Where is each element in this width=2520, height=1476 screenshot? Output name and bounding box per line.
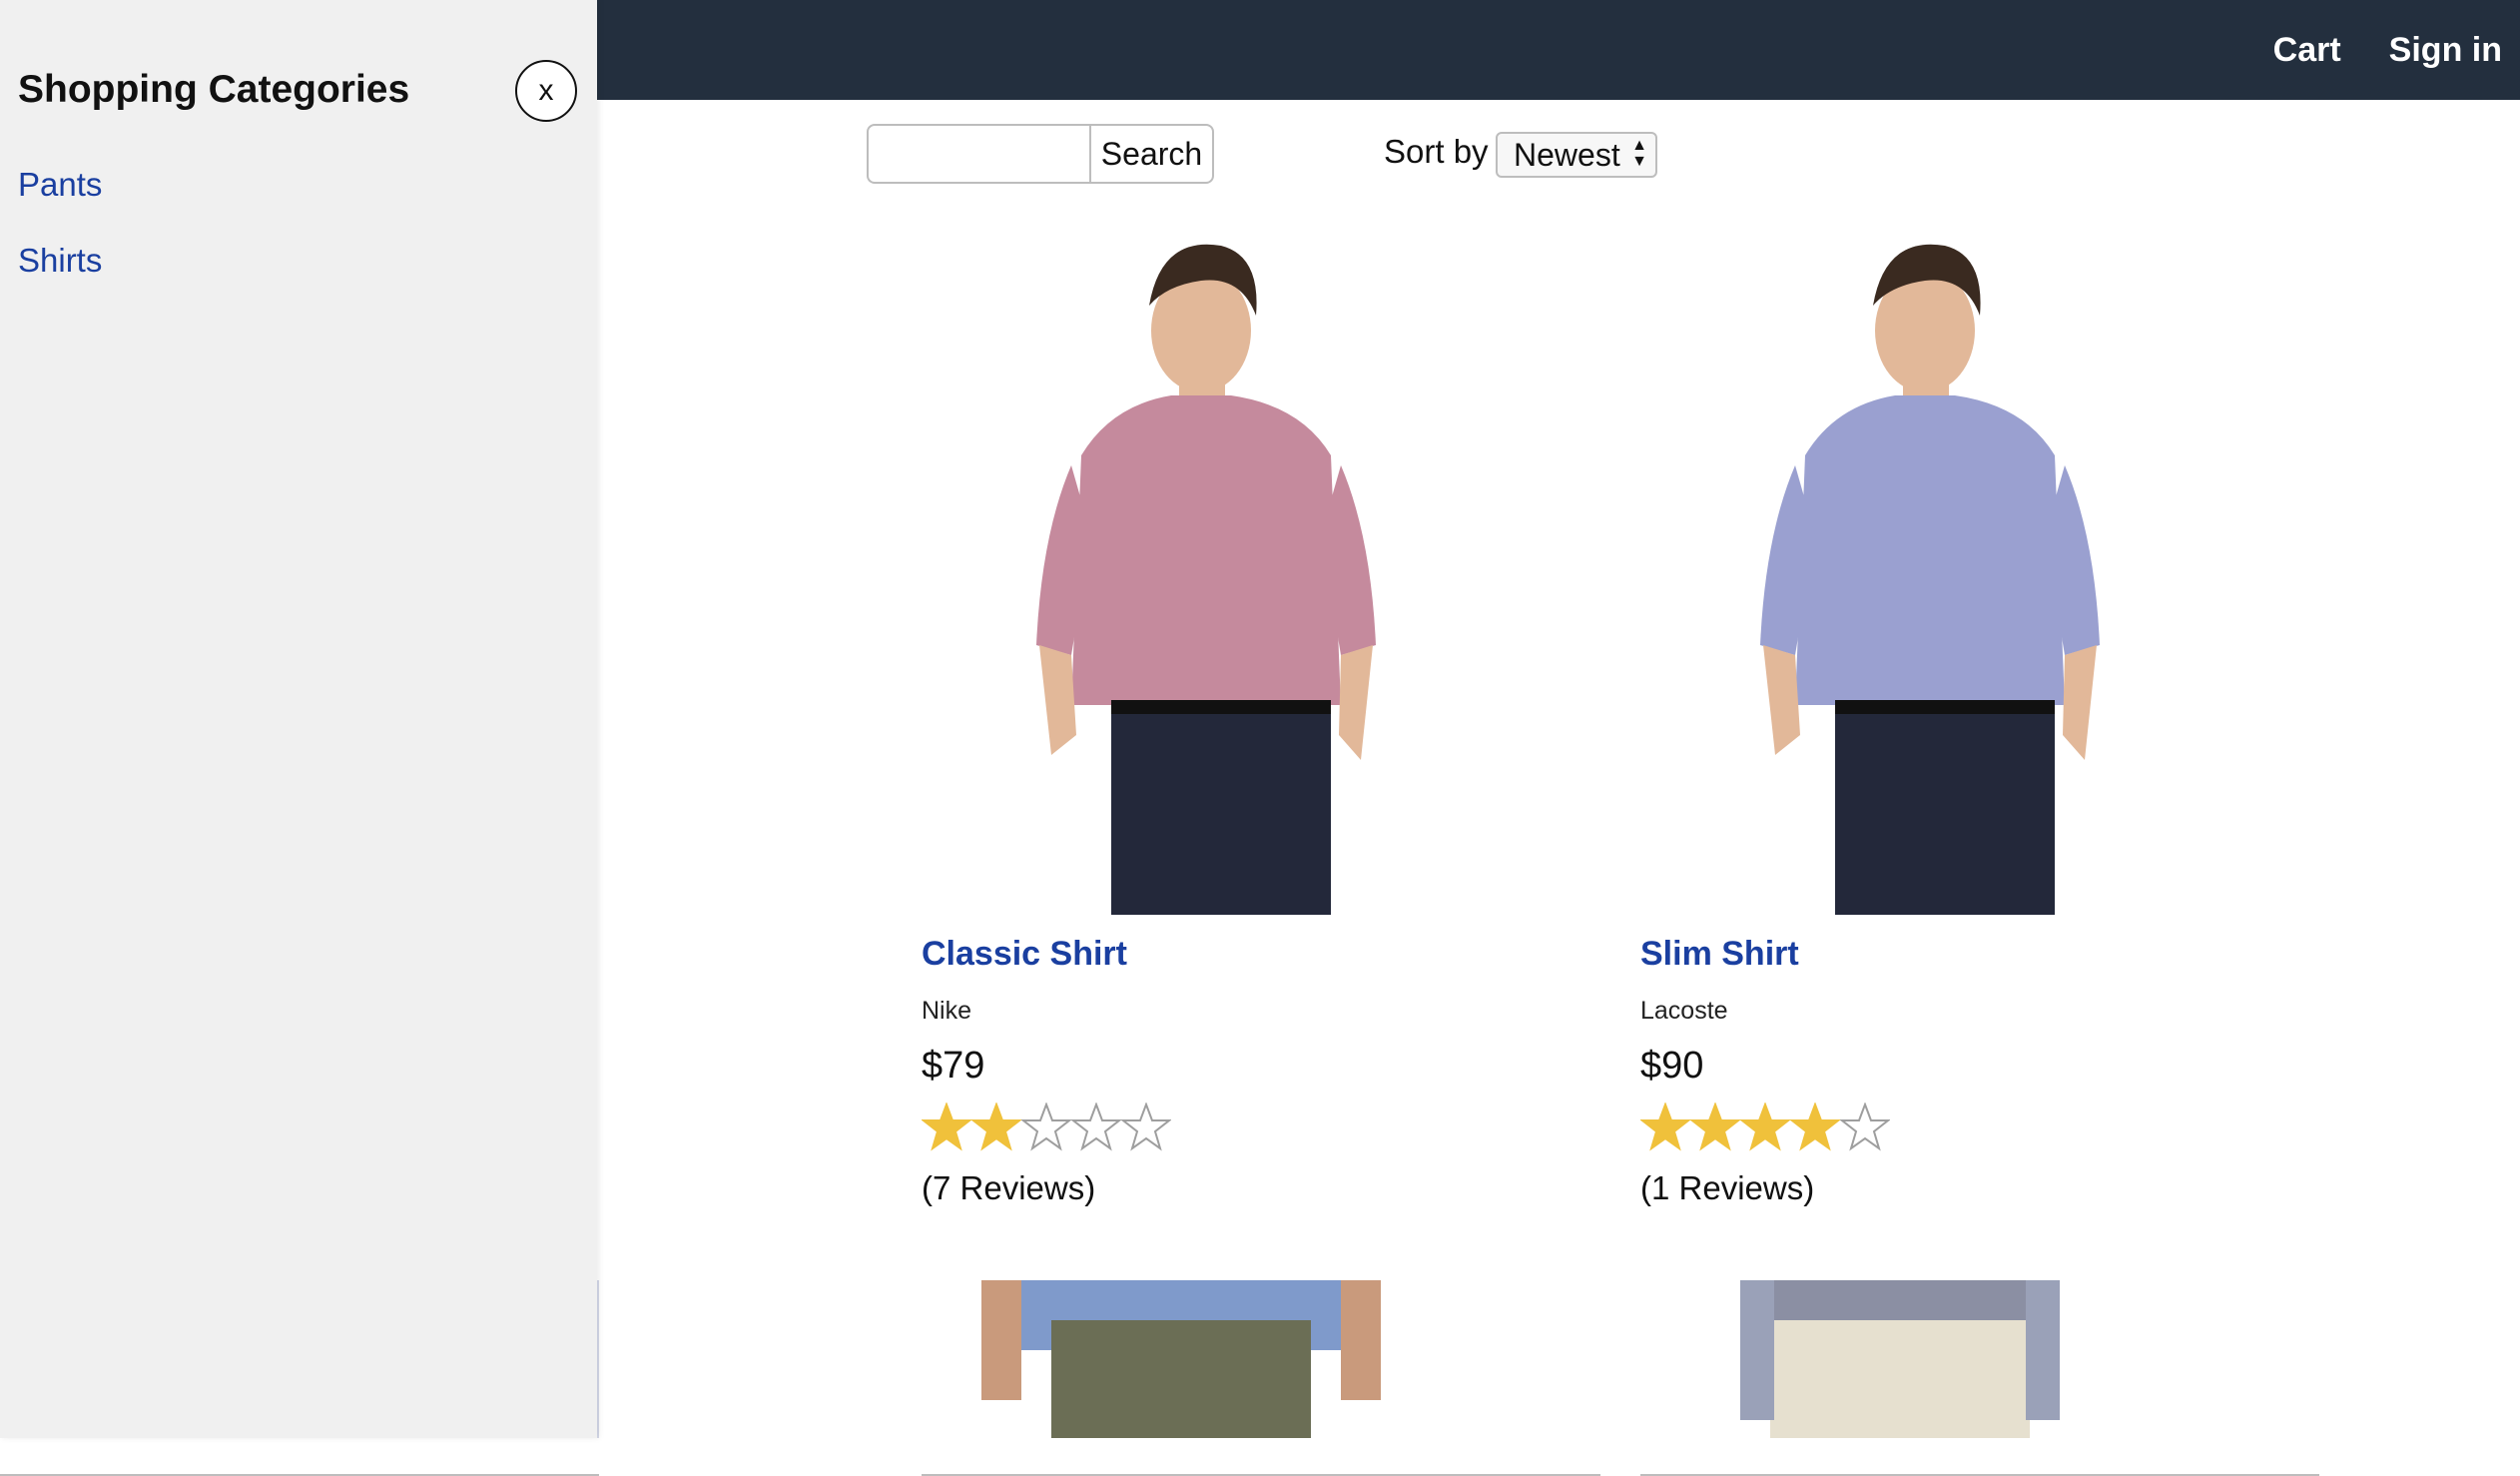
product-title[interactable]: Classic Shirt (922, 935, 1127, 974)
nav-links: Cart Sign in (2273, 0, 2502, 100)
product-price: $79 (922, 1045, 985, 1087)
star-empty-icon (1121, 1103, 1171, 1151)
product-brand: Nike (922, 997, 972, 1025)
sort-label: Sort by (1384, 133, 1489, 170)
sidebar-title: Shopping Categories (18, 68, 410, 111)
cart-link[interactable]: Cart (2273, 31, 2341, 70)
product-image[interactable] (922, 1280, 1600, 1438)
search-button[interactable]: Search (1089, 124, 1214, 184)
rating-stars (1640, 1103, 1890, 1152)
star-filled-icon (922, 1103, 971, 1151)
review-count[interactable]: (1 Reviews) (1640, 1169, 1814, 1207)
star-filled-icon (1740, 1103, 1790, 1151)
search-input[interactable] (867, 124, 1090, 184)
sort-arrows-icon: ▲ ▼ (1631, 137, 1647, 170)
star-empty-icon (1021, 1103, 1071, 1151)
close-sidebar-button[interactable]: x (515, 60, 577, 122)
sidebar-item-pants[interactable]: Pants (18, 166, 102, 204)
category-sidebar: Shopping Categories x Pants Shirts (0, 0, 597, 1438)
star-empty-icon (1840, 1103, 1890, 1151)
sign-in-link[interactable]: Sign in (2389, 31, 2502, 70)
product-brand: Lacoste (1640, 997, 1728, 1025)
rating-stars (922, 1103, 1171, 1152)
product-image[interactable] (922, 236, 1600, 915)
star-filled-icon (1640, 1103, 1690, 1151)
product-title[interactable]: Slim Shirt (1640, 935, 1799, 974)
shirt-model-illustration (1036, 244, 1376, 915)
star-filled-icon (1790, 1103, 1840, 1151)
sidebar-item-shirts[interactable]: Shirts (18, 242, 102, 280)
product-image[interactable] (1640, 236, 2319, 915)
product-image[interactable] (1640, 1280, 2319, 1438)
product-price: $90 (1640, 1045, 1704, 1087)
sort-selected-value: Newest (1514, 136, 1620, 173)
review-count[interactable]: (7 Reviews) (922, 1169, 1095, 1207)
star-filled-icon (971, 1103, 1021, 1151)
sort-select[interactable]: Newest ▲ ▼ (1496, 132, 1657, 178)
star-filled-icon (1690, 1103, 1740, 1151)
shirt-model-illustration (1760, 244, 2100, 915)
star-empty-icon (1071, 1103, 1121, 1151)
